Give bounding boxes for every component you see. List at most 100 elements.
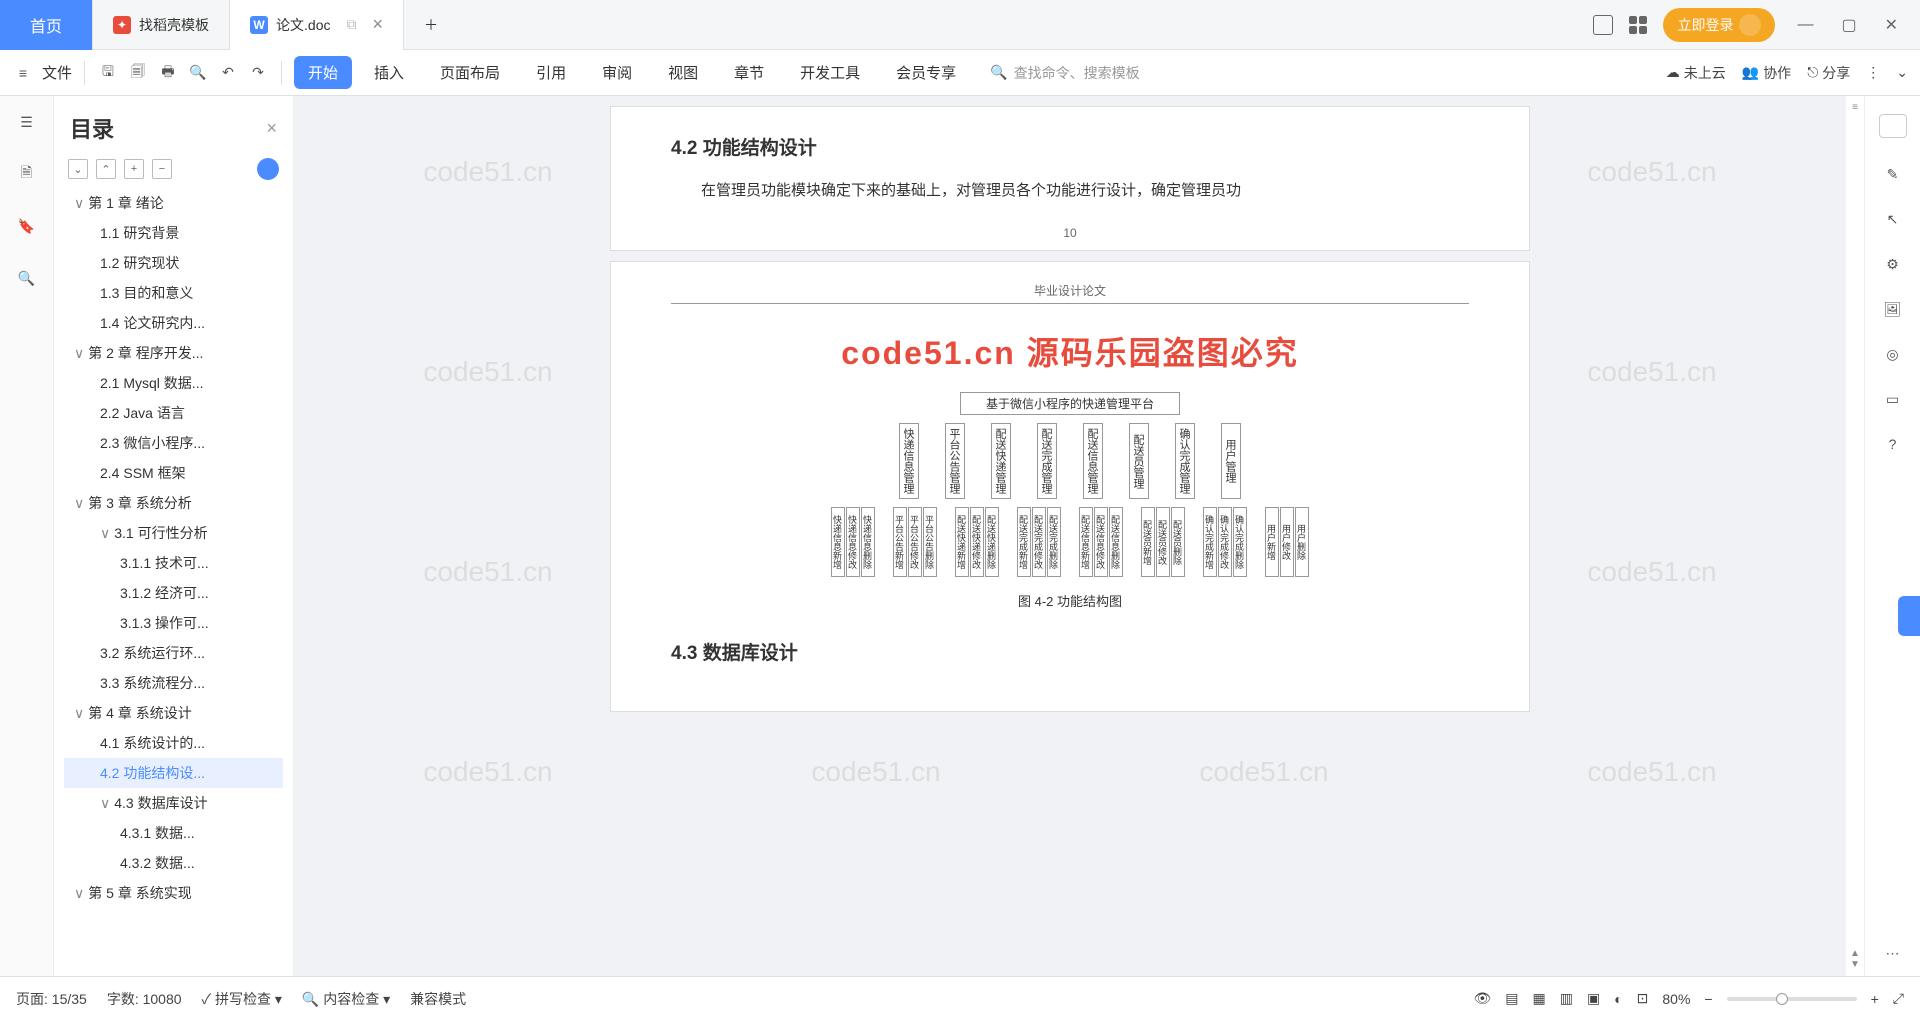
toc-item[interactable]: 4.3.2 数据...	[64, 848, 283, 878]
view-read-icon[interactable]: ▣	[1587, 990, 1600, 1007]
maximize-icon[interactable]: ▢	[1835, 15, 1862, 35]
toc-item[interactable]: 1.3 目的和意义	[64, 278, 283, 308]
remove-level-icon[interactable]: −	[152, 159, 172, 179]
toc-item[interactable]: 3.1.1 技术可...	[64, 548, 283, 578]
read-icon[interactable]: ▭	[1886, 391, 1899, 408]
new-tab[interactable]: ＋	[404, 0, 458, 50]
menu-devtools[interactable]: 开发工具	[786, 56, 874, 89]
view-page-icon[interactable]: ▤	[1505, 990, 1518, 1007]
toc-item[interactable]: 2.2 Java 语言	[64, 398, 283, 428]
dark-mode-icon[interactable]: ◐	[1614, 991, 1622, 1007]
menu-start[interactable]: 开始	[294, 56, 352, 89]
close-icon[interactable]: ×	[372, 14, 383, 35]
content-check[interactable]: 🔍 内容检查 ▾	[302, 989, 390, 1009]
zoom-value[interactable]: 80%	[1662, 991, 1690, 1007]
add-level-icon[interactable]: +	[124, 159, 144, 179]
collapse-ribbon-icon[interactable]: ⌄	[1896, 64, 1908, 81]
tab-home[interactable]: 首页	[0, 0, 93, 50]
scroll-top-icon[interactable]: ≡	[1852, 102, 1858, 113]
toc-item[interactable]: 4.2 功能结构设...	[64, 758, 283, 788]
pencil-icon[interactable]: ✎	[1887, 166, 1899, 183]
toc-item[interactable]: 3.3 系统流程分...	[64, 668, 283, 698]
split-icon[interactable]: ⧉	[346, 16, 356, 33]
apps-icon[interactable]	[1629, 16, 1647, 34]
zoom-in-icon[interactable]: +	[1871, 991, 1879, 1007]
spellcheck-toggle[interactable]: ✓ 拼写检查 ▾	[202, 989, 282, 1009]
menu-view[interactable]: 视图	[654, 56, 712, 89]
view-web-icon[interactable]: ▦	[1532, 990, 1545, 1007]
fullscreen-icon[interactable]: ⤢	[1893, 990, 1904, 1007]
document-canvas[interactable]: code51.cncode51.cncode51.cncode51.cn cod…	[294, 96, 1846, 976]
sync-badge-icon[interactable]	[257, 158, 279, 180]
menu-member[interactable]: 会员专享	[882, 56, 970, 89]
save-icon[interactable]: 🖫	[97, 62, 119, 84]
outline-icon[interactable]: ☰	[15, 110, 39, 134]
collapse-all-icon[interactable]: ⌃	[96, 159, 116, 179]
menu-references[interactable]: 引用	[522, 56, 580, 89]
command-search[interactable]: 🔍 查找命令、搜索模板	[978, 63, 1151, 83]
toc-item[interactable]: ∨第 1 章 绪论	[64, 188, 283, 218]
cloud-status[interactable]: ☁未上云	[1666, 63, 1726, 83]
redo-icon[interactable]: ↷	[247, 62, 269, 84]
settings-icon[interactable]: ⚙	[1886, 256, 1899, 273]
image-icon[interactable]: 🖼	[1884, 301, 1902, 318]
zoom-out-icon[interactable]: −	[1704, 991, 1712, 1007]
compass-icon[interactable]: ◎	[1886, 346, 1898, 363]
zoom-slider[interactable]	[1727, 997, 1857, 1001]
next-page-icon[interactable]: ▼	[1850, 959, 1860, 970]
menu-insert[interactable]: 插入	[360, 56, 418, 89]
zoom-fit-icon[interactable]: ⊡	[1637, 990, 1649, 1007]
find-icon[interactable]: 🔍	[15, 266, 39, 290]
more-icon[interactable]: ⋮	[1866, 64, 1880, 81]
help-icon[interactable]: ?	[1889, 436, 1897, 452]
page-indicator[interactable]: 页面: 15/35	[16, 989, 87, 1009]
toc-item[interactable]: ∨第 2 章 程序开发...	[64, 338, 283, 368]
close-window-icon[interactable]: ✕	[1879, 15, 1904, 35]
toc-item[interactable]: 3.1.3 操作可...	[64, 608, 283, 638]
prev-page-icon[interactable]: ▲	[1850, 948, 1860, 959]
pages-icon[interactable]: 🗎	[15, 162, 39, 186]
menu-layout[interactable]: 页面布局	[426, 56, 514, 89]
reader-mode-icon[interactable]	[1593, 15, 1613, 35]
save-as-icon[interactable]: 🗐	[127, 62, 149, 84]
toc-item[interactable]: 2.4 SSM 框架	[64, 458, 283, 488]
toc-item[interactable]: 4.1 系统设计的...	[64, 728, 283, 758]
expand-all-icon[interactable]: ⌄	[68, 159, 88, 179]
toc-item[interactable]: ∨4.3 数据库设计	[64, 788, 283, 818]
undo-icon[interactable]: ↶	[217, 62, 239, 84]
toc-item[interactable]: 1.2 研究现状	[64, 248, 283, 278]
preview-icon[interactable]: 🔍	[187, 62, 209, 84]
toolbox-icon[interactable]	[1879, 114, 1907, 138]
compat-mode[interactable]: 兼容模式	[410, 989, 466, 1009]
minimize-icon[interactable]: —	[1791, 16, 1819, 34]
toc-item[interactable]: 4.3.1 数据...	[64, 818, 283, 848]
toc-item[interactable]: 1.1 研究背景	[64, 218, 283, 248]
toc-item[interactable]: 3.2 系统运行环...	[64, 638, 283, 668]
menu-section[interactable]: 章节	[720, 56, 778, 89]
toc-item[interactable]: 1.4 论文研究内...	[64, 308, 283, 338]
print-icon[interactable]: 🖶	[157, 62, 179, 84]
tab-document[interactable]: W 论文.doc ⧉ ×	[230, 0, 404, 50]
toc-close-icon[interactable]: ×	[266, 118, 277, 139]
tab-template[interactable]: ✦ 找稻壳模板	[93, 0, 230, 50]
toc-item[interactable]: ∨3.1 可行性分析	[64, 518, 283, 548]
file-menu[interactable]: 文件	[42, 62, 72, 83]
toc-item[interactable]: ∨第 5 章 系统实现	[64, 878, 283, 908]
toc-item[interactable]: 2.3 微信小程序...	[64, 428, 283, 458]
toc-item[interactable]: ∨第 3 章 系统分析	[64, 488, 283, 518]
login-button[interactable]: 立即登录	[1663, 8, 1775, 42]
side-tab[interactable]	[1898, 596, 1920, 636]
cursor-icon[interactable]: ↖	[1887, 211, 1899, 228]
toc-item[interactable]: ∨第 4 章 系统设计	[64, 698, 283, 728]
view-outline-icon[interactable]: ▥	[1560, 990, 1573, 1007]
share-button[interactable]: ⎋分享	[1807, 63, 1850, 83]
toc-item[interactable]: 3.1.2 经济可...	[64, 578, 283, 608]
hamburger-icon[interactable]: ≡	[12, 62, 34, 84]
view-eye-icon[interactable]: 👁	[1473, 990, 1491, 1007]
collab-button[interactable]: 👥协作	[1742, 63, 1791, 83]
word-count[interactable]: 字数: 10080	[107, 989, 182, 1009]
bookmark-icon[interactable]: 🔖	[15, 214, 39, 238]
toc-item[interactable]: 2.1 Mysql 数据...	[64, 368, 283, 398]
more-tools-icon[interactable]: ⋯	[1886, 945, 1900, 962]
menu-review[interactable]: 审阅	[588, 56, 646, 89]
